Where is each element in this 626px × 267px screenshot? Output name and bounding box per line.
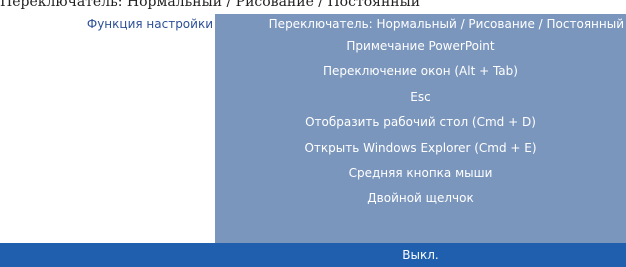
- option-esc[interactable]: Esc: [215, 85, 626, 110]
- selected-option-bar: Выкл.: [0, 243, 626, 267]
- function-options-menu: Переключатель: Нормальный / Рисование / …: [215, 14, 626, 243]
- option-middle-mouse-button[interactable]: Средняя кнопка мыши: [215, 161, 626, 186]
- cut-off-header-text: Переключатель: Нормальный / Рисование / …: [0, 0, 421, 10]
- option-off-selected[interactable]: Выкл.: [215, 243, 626, 267]
- option-powerpoint-note[interactable]: Примечание PowerPoint: [215, 34, 626, 59]
- option-switch-mode[interactable]: Переключатель: Нормальный / Рисование / …: [215, 14, 626, 34]
- function-setting-label: Функция настройки: [86, 17, 213, 31]
- option-open-explorer[interactable]: Открыть Windows Explorer (Cmd + E): [215, 136, 626, 161]
- option-double-click[interactable]: Двойной щелчок: [215, 186, 626, 211]
- option-show-desktop[interactable]: Отобразить рабочий стол (Cmd + D): [215, 110, 626, 135]
- option-switch-windows[interactable]: Переключение окон (Alt + Tab): [215, 59, 626, 84]
